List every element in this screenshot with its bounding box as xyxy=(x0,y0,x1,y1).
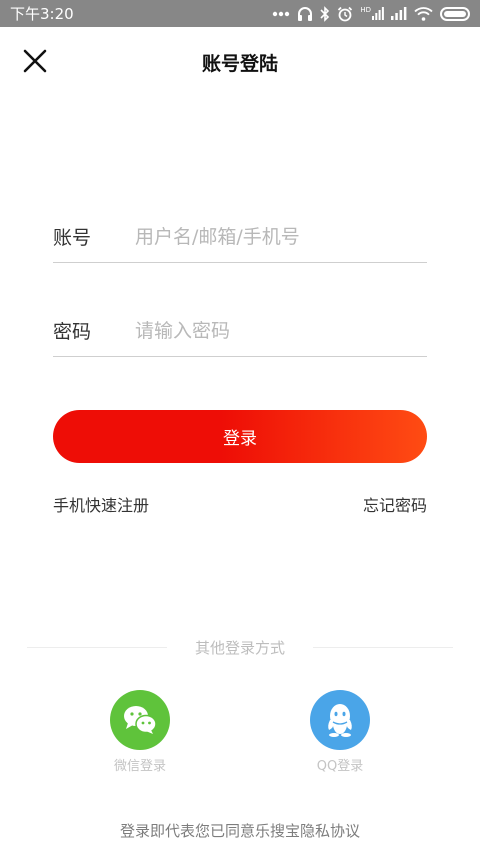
privacy-agreement[interactable]: 登录即代表您已同意乐搜宝隐私协议 xyxy=(0,820,480,841)
bluetooth-icon xyxy=(320,5,330,22)
password-input[interactable] xyxy=(135,319,427,342)
qq-login-button[interactable]: QQ登录 xyxy=(300,690,380,774)
qq-login-label: QQ登录 xyxy=(316,759,364,774)
divider-line-left xyxy=(27,646,167,648)
forgot-password-link[interactable]: 忘记密码 xyxy=(363,492,427,516)
divider-line-right xyxy=(313,646,454,648)
qq-icon xyxy=(328,704,352,737)
status-icons: HD xyxy=(272,5,470,22)
account-field: 账号 xyxy=(53,211,427,263)
qq-icon-circle xyxy=(310,690,370,750)
headphones-icon xyxy=(298,7,313,21)
status-time: 下午3:20 xyxy=(10,5,74,23)
wechat-login-label: 微信登录 xyxy=(113,759,166,774)
header: 账号登陆 xyxy=(0,27,480,97)
hd-label: HD xyxy=(360,6,371,14)
page-title: 账号登陆 xyxy=(201,53,278,75)
other-login-title: 其他登录方式 xyxy=(195,638,286,657)
alarm-icon xyxy=(338,6,353,21)
hd-signal-icon: HD xyxy=(360,7,384,20)
account-label: 账号 xyxy=(53,227,92,249)
account-input[interactable] xyxy=(135,225,427,248)
password-field: 密码 xyxy=(53,305,427,357)
register-link[interactable]: 手机快速注册 xyxy=(53,492,149,516)
wechat-icon xyxy=(124,706,157,734)
other-login-divider: 其他登录方式 xyxy=(27,636,454,658)
signal-icon xyxy=(391,7,407,20)
wifi-icon xyxy=(414,6,433,21)
status-bar: 下午3:20 HD xyxy=(0,0,480,27)
login-button[interactable]: 登录 xyxy=(53,410,427,463)
battery-icon xyxy=(440,6,470,21)
password-label: 密码 xyxy=(53,321,92,343)
wechat-login-button[interactable]: 微信登录 xyxy=(100,690,180,774)
more-dots-icon xyxy=(273,11,290,16)
wechat-icon-circle xyxy=(110,690,170,750)
